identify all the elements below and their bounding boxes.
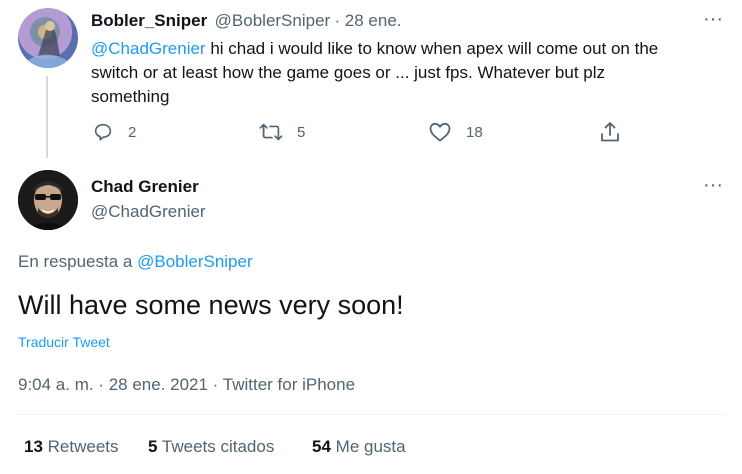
- quotes-count: 5: [148, 437, 158, 456]
- retweet-count: 5: [297, 123, 306, 141]
- like-count: 18: [466, 123, 483, 141]
- retweets-label: Retweets: [47, 437, 119, 456]
- reply-button[interactable]: 2: [92, 121, 136, 143]
- reply-icon: [94, 123, 112, 141]
- reply-tweet-text: @ChadGrenier hi chad i would like to kno…: [91, 37, 731, 109]
- like-button[interactable]: 18: [428, 121, 483, 143]
- main-tweet-text: Will have some news very soon!: [18, 290, 404, 320]
- retweet-button[interactable]: 5: [259, 121, 305, 143]
- author-name[interactable]: Bobler_Sniper: [91, 11, 207, 30]
- text-line-2: switch or at least how the game goes or …: [91, 63, 606, 82]
- tweet-timestamp[interactable]: 9:04 a. m. · 28 ene. 2021 · Twitter for …: [18, 375, 355, 395]
- thread-line: [46, 76, 48, 158]
- tweet-date[interactable]: 28 ene.: [345, 11, 402, 30]
- quotes-stat[interactable]: 5 Tweets citados: [148, 437, 274, 457]
- more-icon[interactable]: ···: [703, 175, 723, 195]
- divider: [16, 414, 726, 415]
- quotes-label: Tweets citados: [161, 437, 275, 456]
- share-icon: [601, 122, 619, 142]
- replying-to: En respuesta a @BoblerSniper: [18, 252, 253, 272]
- author-handle[interactable]: @BoblerSniper: [215, 11, 331, 30]
- replying-to-handle[interactable]: @BoblerSniper: [137, 252, 253, 271]
- translate-tweet-link[interactable]: Traducir Tweet: [18, 334, 110, 350]
- more-icon[interactable]: ···: [703, 9, 723, 29]
- likes-stat[interactable]: 54 Me gusta: [312, 437, 406, 457]
- share-button[interactable]: [599, 120, 635, 144]
- mention-link[interactable]: @ChadGrenier: [91, 39, 206, 58]
- likes-label: Me gusta: [335, 437, 406, 456]
- avatar-image: [18, 170, 78, 230]
- replying-to-label: En respuesta a: [18, 252, 133, 271]
- author-handle[interactable]: @ChadGrenier: [91, 202, 206, 222]
- avatar-bobler-sniper[interactable]: [18, 8, 78, 68]
- retweets-stat[interactable]: 13 Retweets: [24, 437, 119, 457]
- reply-count: 2: [128, 123, 137, 141]
- text-line-1: hi chad i would like to know when apex w…: [205, 39, 659, 58]
- likes-count: 54: [312, 437, 331, 456]
- author-name[interactable]: Chad Grenier: [91, 177, 199, 197]
- retweet-icon: [259, 123, 283, 141]
- avatar-image: [28, 21, 70, 68]
- separator: ·: [334, 11, 341, 30]
- text-line-3: something: [91, 87, 170, 106]
- avatar-chad-grenier[interactable]: [18, 170, 78, 230]
- retweets-count: 13: [24, 437, 43, 456]
- reply-tweet-header: Bobler_Sniper @BoblerSniper · 28 ene.: [91, 11, 402, 31]
- like-icon: [429, 122, 451, 142]
